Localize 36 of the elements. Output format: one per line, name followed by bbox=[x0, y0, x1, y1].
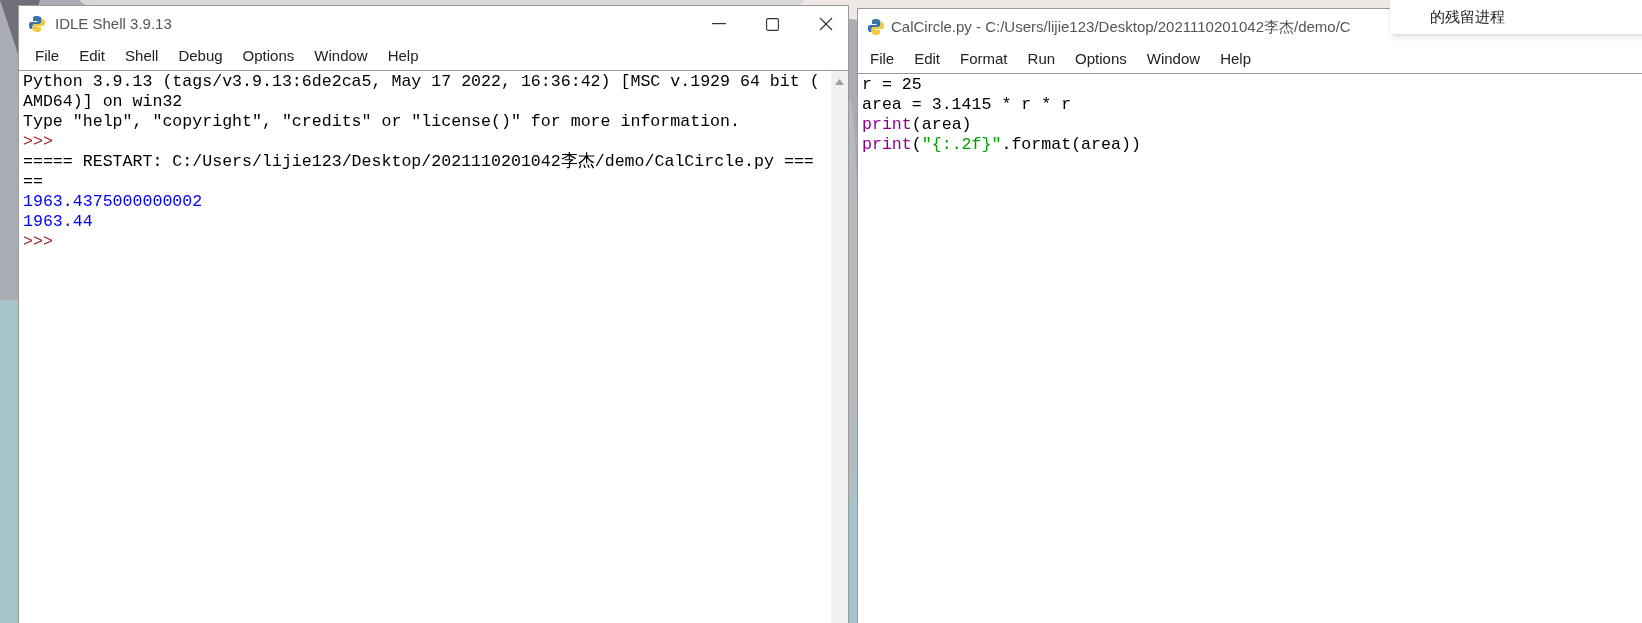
code-line: print(area) bbox=[862, 115, 972, 135]
menu-item[interactable]: Format bbox=[950, 45, 1018, 73]
python-icon bbox=[28, 15, 46, 33]
scrollbar[interactable] bbox=[831, 71, 848, 623]
python-icon bbox=[867, 18, 885, 36]
window-title: IDLE Shell 3.9.13 bbox=[55, 13, 172, 34]
console-text: ===== RESTART: C:/Users/lijie123/Desktop/2021110201042李杰/demo/CalCircle.py === bbox=[23, 152, 814, 171]
window-title: CalCircle.py - C:/Users/lijie123/Desktop/2021110201042李杰/demo/C bbox=[891, 16, 1351, 37]
prompt-text: >>> bbox=[23, 232, 53, 251]
prompt-text: >>> bbox=[23, 132, 53, 151]
menu-item[interactable]: Run bbox=[1017, 45, 1066, 73]
menu-item[interactable]: Debug bbox=[168, 42, 233, 70]
menu-item[interactable]: File bbox=[860, 45, 905, 73]
code-line: r = 25 bbox=[862, 75, 922, 95]
menu-item[interactable]: Window bbox=[1136, 45, 1211, 73]
console-text: == bbox=[23, 172, 43, 191]
menu-item[interactable]: File bbox=[25, 42, 70, 70]
console-text: Python 3.9.13 (tags/v3.9.13:6de2ca5, May 17 2022, 16:36:42) [MSC v.1929 64 bit ( bbox=[23, 72, 820, 91]
menu-item[interactable]: Edit bbox=[904, 45, 951, 73]
console-text: Type "help", "copyright", "credits" or "license()" for more information. bbox=[23, 112, 740, 131]
menu-item[interactable]: Options bbox=[1065, 45, 1137, 73]
console-text: AMD64)] on win32 bbox=[23, 92, 183, 111]
output-text: 1963.44 bbox=[23, 212, 93, 231]
menu-item[interactable]: Help bbox=[377, 42, 429, 70]
menu-item[interactable]: Edit bbox=[69, 42, 116, 70]
code-line: area = 3.1415 * r * r bbox=[862, 95, 1072, 115]
minimize-icon[interactable] bbox=[712, 23, 726, 25]
close-icon[interactable] bbox=[819, 17, 833, 31]
maximize-icon[interactable] bbox=[766, 17, 779, 31]
menu-item[interactable]: Help bbox=[1210, 45, 1261, 73]
menu-item[interactable]: Window bbox=[304, 42, 378, 70]
code-line: print("{:.2f}".format(area)) bbox=[862, 135, 1141, 155]
output-text: 1963.4375000000002 bbox=[23, 192, 203, 211]
menu-item[interactable]: Shell bbox=[115, 42, 169, 70]
notification-text: 的残留进程 bbox=[1430, 6, 1505, 27]
menu-item[interactable]: Options bbox=[232, 42, 305, 70]
